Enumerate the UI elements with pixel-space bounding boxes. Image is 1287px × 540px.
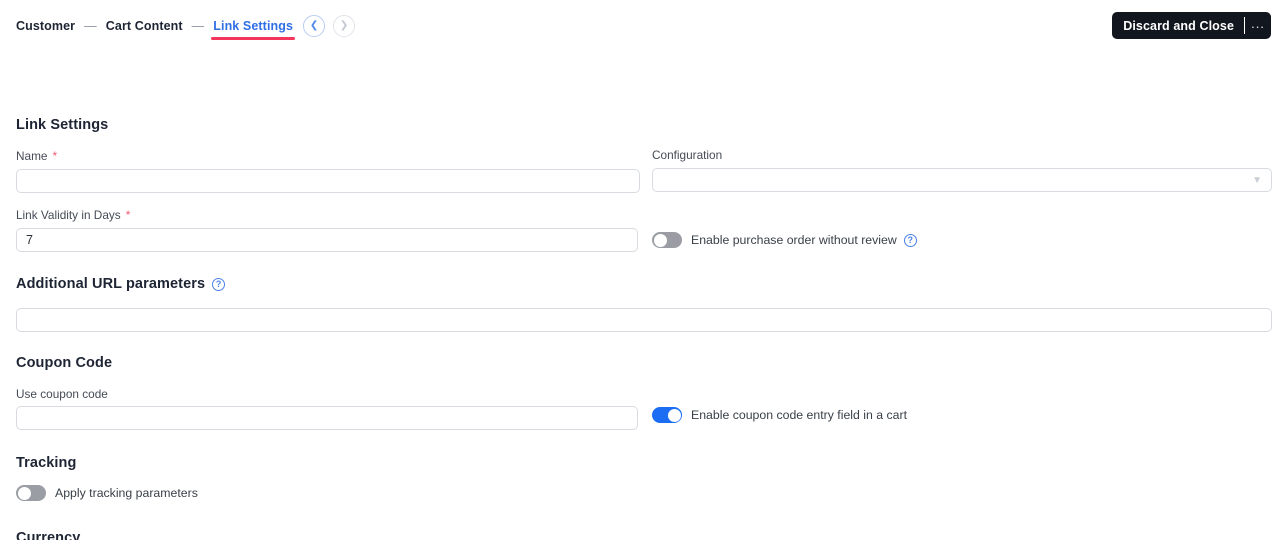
breadcrumb-separator: — xyxy=(84,19,97,33)
breadcrumb: Customer — Cart Content — Link Settings xyxy=(16,19,296,40)
name-label-text: Name xyxy=(16,149,48,163)
additional-url-parameters-input[interactable] xyxy=(16,308,1272,332)
configuration-label: Configuration xyxy=(652,148,722,162)
coupon-entry-toggle[interactable] xyxy=(652,407,682,423)
use-coupon-code-label-text: Use coupon code xyxy=(16,387,108,401)
required-asterisk: * xyxy=(125,208,131,222)
purchase-order-toggle-text: Enable purchase order without review xyxy=(691,233,897,247)
configuration-label-text: Configuration xyxy=(652,148,723,162)
chevron-down-icon: ▼ xyxy=(1252,174,1262,186)
breadcrumb-item-cart-content[interactable]: Cart Content xyxy=(106,19,183,33)
coupon-entry-toggle-label: Enable coupon code entry field in a cart xyxy=(691,408,907,422)
configuration-select[interactable]: ▼ xyxy=(652,168,1272,192)
toggle-knob xyxy=(667,408,681,422)
more-options-button[interactable]: ... xyxy=(1245,12,1271,39)
page-title-label: Link Settings xyxy=(16,117,109,133)
tracking-toggle-label: Apply tracking parameters xyxy=(55,486,198,500)
link-validity-label-text: Link Validity in Days xyxy=(16,208,121,222)
tracking-toggle-row: Apply tracking parameters xyxy=(16,485,198,501)
help-icon[interactable]: ? xyxy=(212,277,226,291)
purchase-order-toggle-row: Enable purchase order without review ? xyxy=(652,232,917,248)
page-title: Link Settings xyxy=(16,117,108,133)
chevron-left-icon[interactable]: ❮ xyxy=(303,15,326,37)
name-input[interactable] xyxy=(16,169,640,193)
breadcrumb-item-link-settings[interactable]: Link Settings xyxy=(211,19,296,40)
breadcrumb-separator: — xyxy=(191,19,205,33)
use-coupon-code-label: Use coupon code xyxy=(16,387,108,401)
breadcrumb-nav-buttons: ❮ ❯ xyxy=(303,15,356,37)
breadcrumb-active-underline xyxy=(211,36,296,40)
tracking-heading: Tracking xyxy=(16,455,76,471)
additional-url-parameters-heading: Additional URL parameters ? xyxy=(16,276,226,292)
currency-heading: Currency xyxy=(16,530,80,540)
discard-and-close-button-group[interactable]: Discard and Close ... xyxy=(1112,12,1271,39)
purchase-order-toggle[interactable] xyxy=(652,232,682,248)
toggle-knob xyxy=(653,233,667,247)
discard-and-close-button[interactable]: Discard and Close xyxy=(1112,12,1244,39)
additional-url-parameters-label: Additional URL parameters xyxy=(16,276,206,292)
coupon-code-heading-label: Coupon Code xyxy=(16,355,113,371)
purchase-order-toggle-label: Enable purchase order without review ? xyxy=(691,233,917,247)
tracking-toggle[interactable] xyxy=(16,485,46,501)
name-label: Name * xyxy=(16,149,57,163)
top-bar: Customer — Cart Content — Link Settings … xyxy=(0,0,1287,52)
coupon-entry-toggle-text: Enable coupon code entry field in a cart xyxy=(691,408,908,422)
coupon-entry-toggle-row: Enable coupon code entry field in a cart xyxy=(652,407,907,423)
breadcrumb-active-label: Link Settings xyxy=(213,19,294,33)
link-validity-label: Link Validity in Days * xyxy=(16,208,130,222)
breadcrumb-item-customer[interactable]: Customer xyxy=(16,19,75,33)
required-asterisk: * xyxy=(52,149,58,163)
help-icon[interactable]: ? xyxy=(903,233,917,247)
currency-heading-label: Currency xyxy=(16,530,81,540)
use-coupon-code-input[interactable] xyxy=(16,406,638,430)
tracking-heading-label: Tracking xyxy=(16,455,77,471)
tracking-toggle-text: Apply tracking parameters xyxy=(55,486,198,500)
chevron-right-icon[interactable]: ❯ xyxy=(333,15,356,37)
coupon-code-heading: Coupon Code xyxy=(16,355,112,371)
link-validity-input[interactable]: 7 xyxy=(16,228,638,252)
toggle-knob xyxy=(17,486,31,500)
link-validity-input-value: 7 xyxy=(26,233,33,247)
